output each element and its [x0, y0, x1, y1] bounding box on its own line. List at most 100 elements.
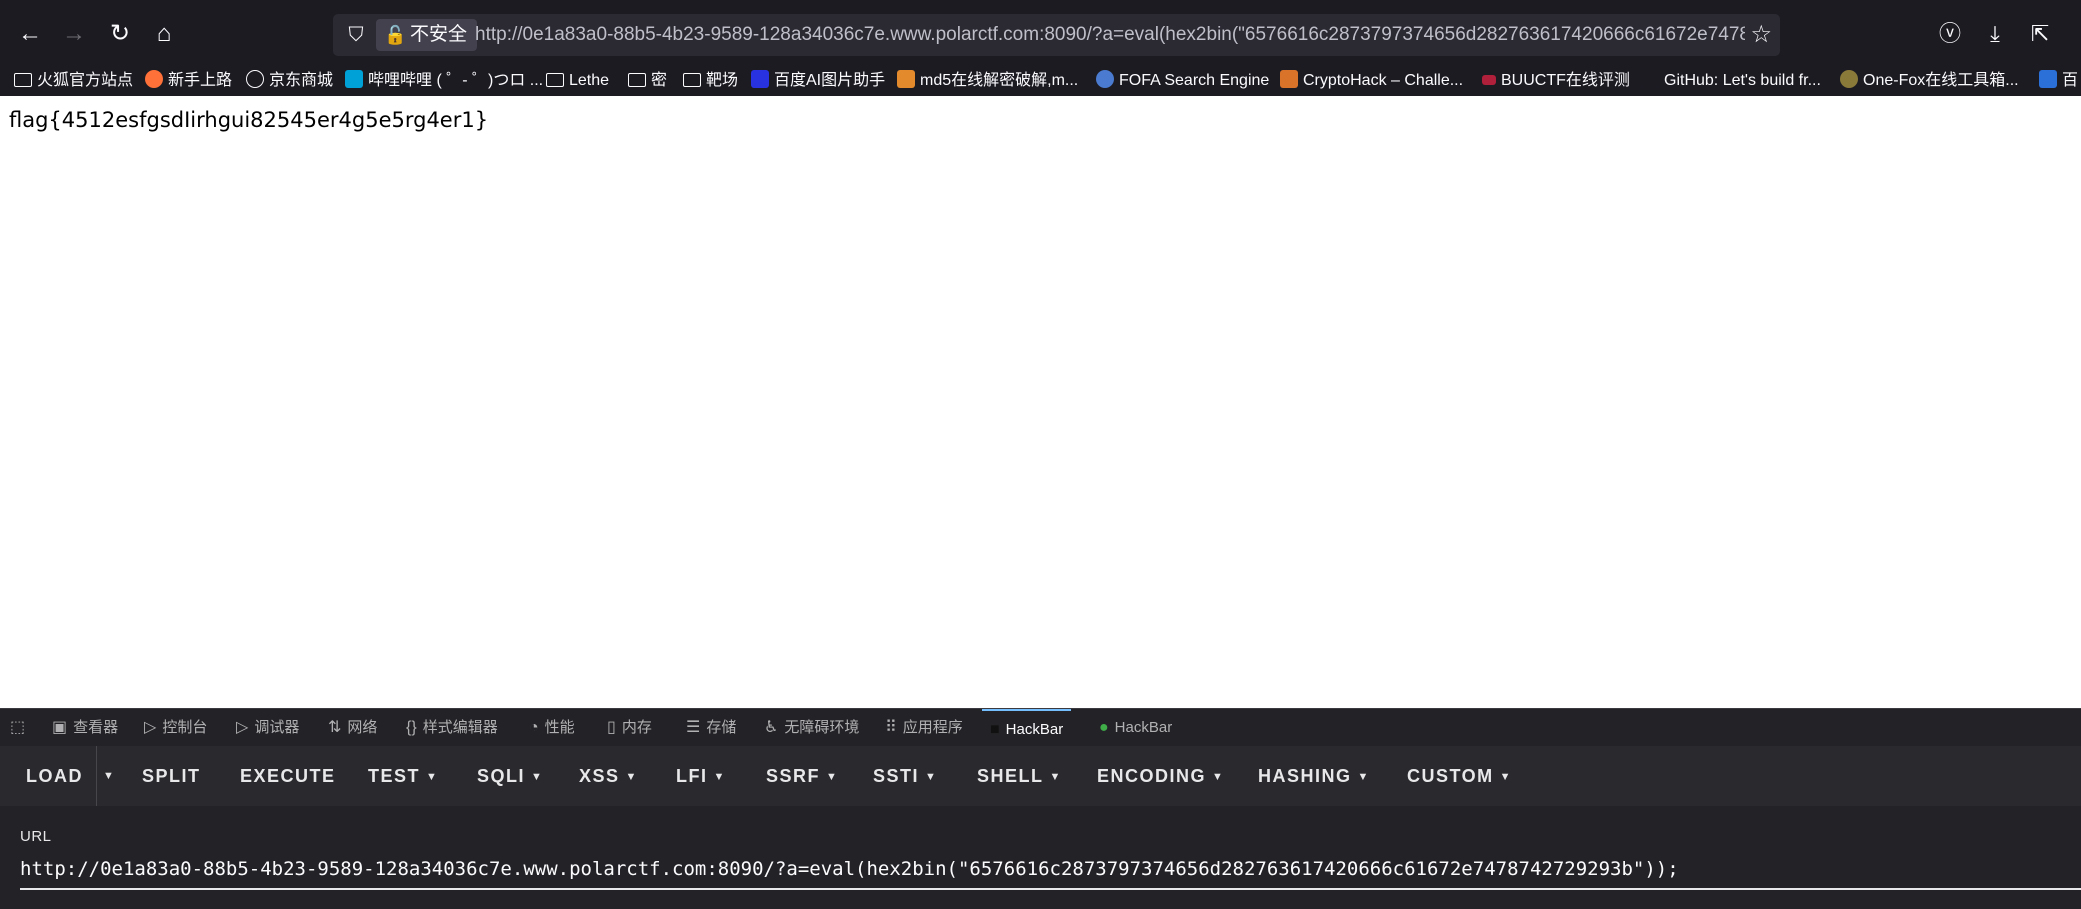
extensions-menu-icon[interactable]: ⇱ [2024, 18, 2056, 50]
xss-menu[interactable]: XSS ▼ [579, 746, 638, 806]
bookmarks-bar: 火狐官方站点 新手上路 京东商城 哔哩哔哩 ( ゜- ゜)つロ ... Leth… [0, 66, 2081, 96]
bookmark-item[interactable]: 京东商城 [246, 66, 333, 96]
bookmark-item[interactable]: 百 [2039, 66, 2078, 96]
test-menu[interactable]: TEST ▼ [368, 746, 438, 806]
bookmark-item[interactable]: 靶场 [683, 66, 738, 96]
devtools-tabbar: ⬚ ▣ 查看器 ▷ 控制台 ▷ 调试器 ⇅ 网络 {} 样式编辑器 ◔ 性能 ▯ 内存 ☰ 存储… [0, 708, 2081, 746]
debugger-icon: ▷ [236, 719, 249, 736]
bookmark-item[interactable]: Lethe [546, 66, 609, 96]
fofa-icon [1096, 70, 1114, 88]
buuctf-icon [1482, 75, 1496, 85]
bookmark-item[interactable]: md5在线解密破解,m... [897, 66, 1078, 96]
broken-lock-icon: 🔓 [384, 25, 407, 45]
split-button[interactable]: SPLIT [142, 746, 201, 806]
custom-menu[interactable]: CUSTOM ▼ [1407, 746, 1512, 806]
folder-icon [628, 73, 646, 87]
caret-down-icon: ▼ [426, 771, 439, 783]
shell-menu[interactable]: SHELL ▼ [977, 746, 1062, 806]
sqli-menu[interactable]: SQLI ▼ [477, 746, 543, 806]
bookmark-item[interactable]: One-Fox在线工具箱... [1840, 66, 2019, 96]
tab-network[interactable]: ⇅ 网络 [328, 709, 377, 747]
tab-storage[interactable]: ☰ 存储 [686, 709, 736, 747]
tab-console[interactable]: ▷ 控制台 [144, 709, 207, 747]
url-input[interactable]: http://0e1a83a0-88b5-4b23-9589-128a34036… [20, 852, 2081, 890]
reload-icon[interactable]: ↻ [102, 16, 138, 52]
folder-icon [546, 73, 564, 87]
back-icon[interactable]: ← [12, 16, 48, 52]
page-content: flag{4512esfgsdIirhgui82545er4g5e5rg4er1… [0, 96, 2081, 708]
caret-down-icon: ▼ [925, 771, 938, 783]
cmd5-icon [897, 70, 915, 88]
caret-down-icon: ▼ [713, 771, 726, 783]
tab-hackbar[interactable]: ● HackBar [1099, 709, 1172, 747]
bookmark-star-icon[interactable]: ☆ [1750, 20, 1772, 49]
tracking-shield-icon[interactable]: ⛉ [343, 22, 369, 48]
flag-text: flag{4512esfgsdIirhgui82545er4g5e5rg4er1… [9, 108, 489, 132]
bookmark-item[interactable]: GitHub: Let's build fr... [1641, 66, 1821, 96]
tab-hackbar-active[interactable]: ■ HackBar [982, 709, 1072, 747]
translate-icon [2039, 70, 2057, 88]
accessibility-icon: ♿ [764, 719, 779, 736]
caret-down-icon: ▼ [625, 771, 638, 783]
caret-down-icon: ▼ [826, 771, 839, 783]
ssti-menu[interactable]: SSTI ▼ [873, 746, 937, 806]
performance-icon: ◔ [529, 719, 539, 736]
execute-button[interactable]: EXECUTE [240, 746, 336, 806]
tab-performance[interactable]: ◔ 性能 [529, 709, 575, 747]
tab-inspector[interactable]: ▣ 查看器 [52, 709, 118, 747]
style-editor-icon: {} [406, 719, 417, 736]
bookmark-item[interactable]: FOFA Search Engine [1096, 66, 1269, 96]
network-icon: ⇅ [328, 719, 342, 736]
element-picker-tab[interactable]: ⬚ [10, 709, 31, 747]
address-bar[interactable]: ⛉ 🔓 不安全 http://0e1a83a0-88b5-4b23-9589-1… [333, 14, 1780, 56]
hackbar-icon: ■ [990, 721, 1000, 738]
cryptohack-icon [1280, 70, 1298, 88]
bookmark-item[interactable]: 新手上路 [145, 66, 232, 96]
lfi-menu[interactable]: LFI ▼ [676, 746, 726, 806]
tab-application[interactable]: ⠿ 应用程序 [885, 709, 963, 747]
downloads-icon[interactable]: ⤓ [1979, 18, 2011, 50]
tab-debugger[interactable]: ▷ 调试器 [236, 709, 299, 747]
url-label: URL [20, 828, 52, 845]
baidu-icon [751, 70, 769, 88]
caret-down-icon: ▼ [1212, 771, 1225, 783]
bookmark-item[interactable]: 火狐官方站点 [14, 66, 133, 96]
bookmark-item[interactable]: 密 [628, 66, 667, 96]
bookmark-item[interactable]: 哔哩哔哩 ( ゜- ゜)つロ ... [345, 66, 543, 96]
firefox-icon [145, 70, 163, 88]
github-icon [1641, 70, 1659, 88]
url-text[interactable]: http://0e1a83a0-88b5-4b23-9589-128a34036… [475, 14, 1745, 56]
inspector-icon: ▣ [52, 719, 68, 736]
console-icon: ▷ [144, 719, 157, 736]
bookmark-item[interactable]: CryptoHack – Challe... [1280, 66, 1463, 96]
tab-style-editor[interactable]: {} 样式编辑器 [406, 709, 498, 747]
caret-down-icon: ▼ [1357, 771, 1370, 783]
load-button[interactable]: LOAD [26, 746, 83, 806]
application-icon: ⠿ [885, 719, 897, 736]
hackbar-body: URL http://0e1a83a0-88b5-4b23-9589-128a3… [0, 806, 2081, 909]
bilibili-icon [345, 70, 363, 88]
insecure-connection-badge[interactable]: 🔓 不安全 [376, 19, 478, 51]
ssrf-menu[interactable]: SSRF ▼ [766, 746, 838, 806]
hackbar-green-icon: ● [1099, 719, 1109, 736]
hashing-menu[interactable]: HASHING ▼ [1258, 746, 1370, 806]
storage-icon: ☰ [686, 719, 701, 736]
bookmark-item[interactable]: 百度AI图片助手 [751, 66, 885, 96]
caret-down-icon: ▼ [1049, 771, 1062, 783]
folder-icon [683, 73, 701, 87]
forward-icon[interactable]: → [56, 16, 92, 52]
picker-icon: ⬚ [10, 719, 26, 736]
browser-toolbar: ← → ↻ ⌂ ⛉ 🔓 不安全 http://0e1a83a0-88b5-4b2… [0, 0, 2081, 66]
globe-icon [246, 70, 264, 88]
extension-icon[interactable]: ⓥ [1934, 18, 1966, 50]
load-dropdown-caret[interactable]: ▼ [96, 746, 120, 806]
encoding-menu[interactable]: ENCODING ▼ [1097, 746, 1224, 806]
folder-icon [14, 73, 32, 87]
insecure-label: 不安全 [410, 24, 468, 45]
memory-icon: ▯ [607, 719, 616, 736]
caret-down-icon: ▼ [531, 771, 544, 783]
bookmark-item[interactable]: BUUCTF在线评测 [1482, 66, 1630, 96]
tab-memory[interactable]: ▯ 内存 [607, 709, 652, 747]
tab-accessibility[interactable]: ♿ 无障碍环境 [764, 709, 859, 747]
home-icon[interactable]: ⌂ [146, 16, 182, 52]
